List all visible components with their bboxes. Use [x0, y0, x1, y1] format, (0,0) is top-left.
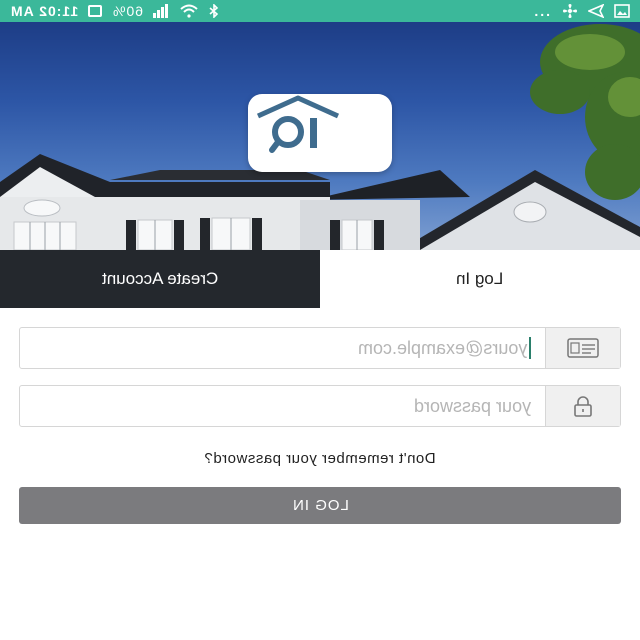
tab-create-account[interactable]: Create Account — [0, 250, 320, 308]
password-field[interactable]: your password — [19, 385, 621, 427]
password-input[interactable]: your password — [20, 386, 545, 426]
image-icon — [614, 4, 630, 18]
id-card-icon — [567, 338, 599, 358]
fan-icon — [563, 4, 577, 18]
email-placeholder: yours@example.com — [357, 337, 527, 358]
password-placeholder: your password — [413, 395, 531, 416]
iq-logo-icon — [256, 95, 340, 153]
app-logo — [248, 94, 392, 172]
text-cursor — [529, 337, 531, 359]
status-bar-right: ... — [534, 3, 630, 19]
clock: 11:02 AM — [10, 3, 79, 19]
status-bar: 11:02 AM 60% ... — [0, 0, 640, 22]
log-in-button[interactable]: LOG IN — [19, 487, 621, 524]
password-addon — [545, 386, 620, 426]
log-in-button-label: LOG IN — [291, 497, 349, 514]
forgot-password-link[interactable]: Don't remember your password? — [0, 450, 640, 467]
auth-tabs: Create Account Log In — [0, 250, 640, 308]
email-input[interactable]: yours@example.com — [20, 328, 545, 368]
email-field[interactable]: yours@example.com — [19, 327, 621, 369]
hero-banner — [0, 22, 640, 250]
signal-icon — [153, 4, 169, 18]
tab-log-in[interactable]: Log In — [320, 250, 640, 308]
status-bar-left: 11:02 AM 60% — [10, 3, 219, 19]
lock-icon — [574, 396, 592, 417]
tab-create-account-label: Create Account — [101, 269, 219, 288]
battery-percent: 60% — [112, 3, 144, 19]
battery-icon — [88, 5, 103, 17]
bluetooth-icon — [209, 4, 219, 18]
forgot-password-text: Don't remember your password? — [204, 450, 436, 467]
overflow-dots: ... — [534, 3, 552, 19]
wifi-icon — [180, 4, 198, 18]
send-icon — [588, 4, 604, 18]
tab-log-in-label: Log In — [456, 269, 504, 288]
email-addon — [545, 328, 620, 368]
